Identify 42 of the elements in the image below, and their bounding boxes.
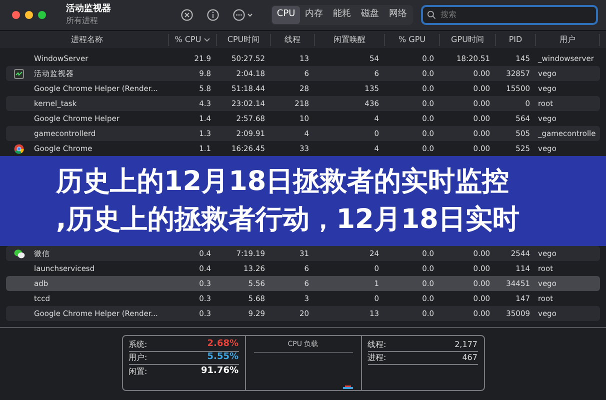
count-value: 2,177 <box>454 339 478 351</box>
column-header[interactable]: PID <box>496 34 536 46</box>
count-label: 线程: <box>368 339 386 351</box>
stat-value: 91.76% <box>201 364 238 378</box>
window-title: 活动监视器 <box>66 4 112 15</box>
column-header[interactable]: 闲置唤醒 <box>315 34 385 46</box>
column-header[interactable]: GPU时间 <box>440 34 496 46</box>
close-button[interactable] <box>12 11 20 19</box>
column-header[interactable]: 线程 <box>271 34 315 46</box>
minimize-button[interactable] <box>25 11 33 19</box>
headline-text: 历史上的12月18日拯救者的实时监控 <box>56 165 510 199</box>
stat-value: 2.68% <box>207 338 238 352</box>
count-value: 467 <box>462 352 478 364</box>
info-icon[interactable] <box>206 9 219 21</box>
stat-label: 用户: <box>128 352 148 364</box>
column-header[interactable]: 用户 <box>536 34 600 46</box>
column-header[interactable]: % CPU <box>169 34 217 46</box>
more-icon[interactable] <box>232 9 255 21</box>
column-header[interactable]: CPU时间 <box>217 34 271 46</box>
search-field[interactable]: 搜索 <box>421 5 598 25</box>
tab[interactable]: 磁盘 <box>356 6 384 24</box>
tab[interactable]: CPU <box>272 6 300 24</box>
sort-chevron-icon <box>204 38 210 42</box>
chat-icon <box>14 248 24 258</box>
count-label: 进程: <box>368 352 386 364</box>
tab[interactable]: 网络 <box>384 6 412 24</box>
search-icon <box>427 10 436 20</box>
stat-label: 闲置: <box>128 366 148 378</box>
zoom-button[interactable] <box>38 11 46 19</box>
cpu-load-graph <box>342 385 352 389</box>
column-header[interactable]: 进程名称 <box>6 34 169 46</box>
browser-icon <box>14 144 24 154</box>
window-subtitle: 所有进程 <box>66 15 99 26</box>
headline-text: ,历史上的拯救者行动，12月18日实时 <box>56 203 520 237</box>
search-input[interactable]: 搜索 <box>440 9 592 21</box>
stop-icon[interactable] <box>180 9 193 21</box>
tab[interactable]: 能耗 <box>328 6 356 24</box>
column-header[interactable]: % GPU <box>385 34 440 46</box>
stat-value: 5.55% <box>207 351 238 364</box>
tab[interactable]: 内存 <box>300 6 328 24</box>
monitor-icon <box>14 68 24 78</box>
stat-label: 系统: <box>128 339 148 351</box>
